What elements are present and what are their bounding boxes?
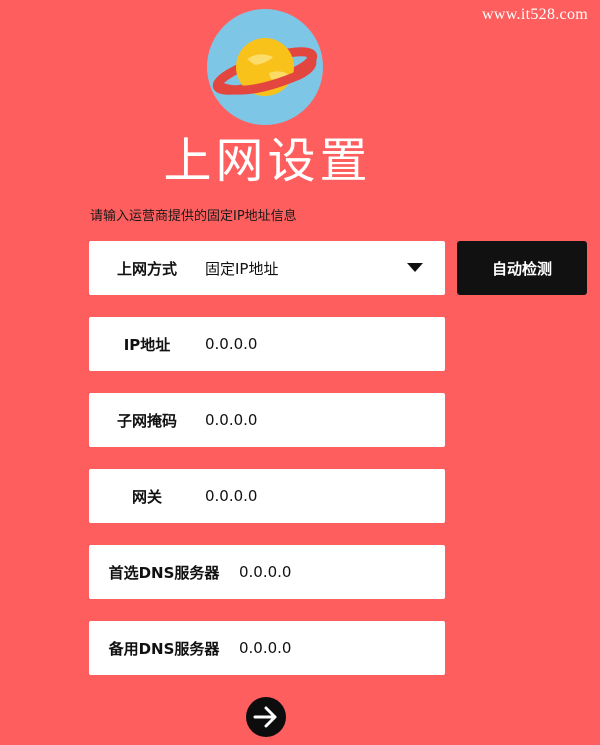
page-subtitle: 请输入运营商提供的固定IP地址信息: [90, 209, 297, 224]
ip-address-field: IP地址: [89, 317, 445, 371]
secondary-dns-field: 备用DNS服务器: [89, 621, 445, 675]
primary-dns-label: 首选DNS服务器: [108, 563, 220, 582]
connection-type-label: 上网方式: [116, 259, 177, 278]
gateway-field: 网关: [89, 469, 445, 523]
ip-address-input[interactable]: [205, 335, 355, 353]
connection-type-value[interactable]: 固定IP地址: [205, 258, 355, 279]
subnet-mask-label: 子网掩码: [116, 411, 177, 430]
planet-logo-icon: [207, 9, 323, 125]
subnet-mask-field: 子网掩码: [89, 393, 445, 447]
auto-detect-button[interactable]: 自动检测: [457, 241, 587, 295]
caret-down-icon[interactable]: [407, 263, 423, 272]
primary-dns-field: 首选DNS服务器: [89, 545, 445, 599]
next-button[interactable]: [246, 697, 286, 737]
ip-address-label: IP地址: [123, 335, 171, 354]
primary-dns-input[interactable]: [239, 563, 389, 581]
gateway-input[interactable]: [205, 487, 355, 505]
subnet-mask-input[interactable]: [205, 411, 355, 429]
secondary-dns-input[interactable]: [239, 639, 389, 657]
connection-type-select[interactable]: 上网方式 固定IP地址: [89, 241, 445, 295]
arrow-right-icon: [253, 706, 277, 728]
watermark: www.it528.com: [482, 6, 588, 23]
page-title: 上网设置: [163, 133, 372, 189]
secondary-dns-label: 备用DNS服务器: [108, 639, 220, 658]
gateway-label: 网关: [131, 487, 162, 506]
